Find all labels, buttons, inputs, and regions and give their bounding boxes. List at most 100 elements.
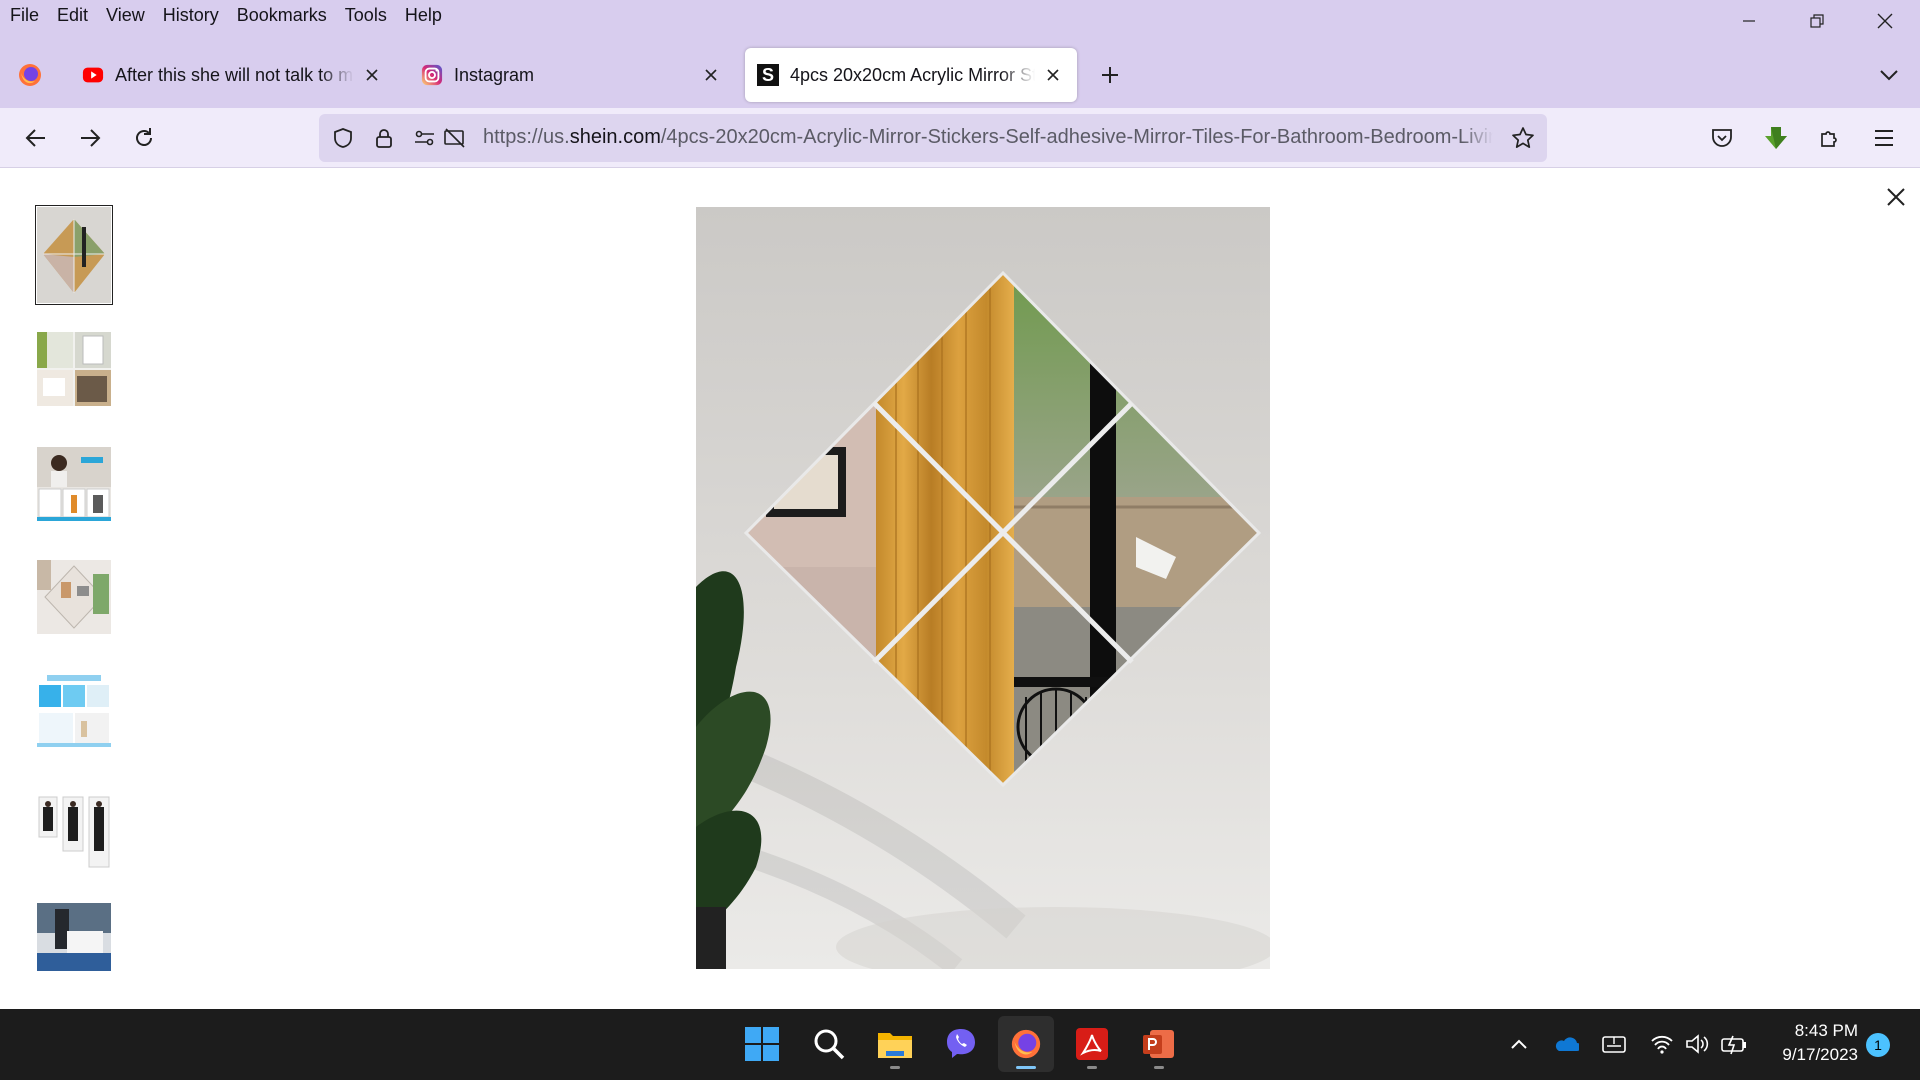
- menu-history[interactable]: History: [157, 5, 225, 26]
- list-all-tabs-button[interactable]: [1878, 64, 1900, 86]
- clock[interactable]: 8:43 PM 9/17/2023: [1754, 1019, 1858, 1067]
- permissions-icon[interactable]: [413, 126, 437, 150]
- thumbnail-6[interactable]: [37, 787, 111, 869]
- thumbnail-image: [37, 447, 111, 521]
- menu-edit[interactable]: Edit: [51, 5, 94, 26]
- running-indicator: [1016, 1066, 1036, 1069]
- tab-title: Instagram: [454, 64, 535, 85]
- close-icon: [1887, 188, 1905, 206]
- powerpoint-icon: [1143, 1030, 1174, 1058]
- tab-instagram[interactable]: Instagram: [409, 48, 735, 102]
- wifi-tray-icon[interactable]: [1649, 1031, 1675, 1057]
- speaker-icon: [1686, 1034, 1709, 1054]
- tab-strip: After this she will not talk to me Insta…: [0, 30, 1920, 108]
- navigation-bar: https://us.shein.com/4pcs-20x20cm-Acryli…: [0, 108, 1920, 168]
- shield-icon: [334, 128, 352, 148]
- taskbar: 8:43 PM 9/17/2023 1: [0, 1009, 1920, 1080]
- search-icon: [814, 1029, 845, 1060]
- running-indicator: [1087, 1066, 1097, 1069]
- menu-bookmarks[interactable]: Bookmarks: [231, 5, 333, 26]
- shein-icon: S: [757, 64, 779, 86]
- cloud-icon: [1555, 1037, 1579, 1051]
- reload-button[interactable]: [128, 122, 160, 154]
- onedrive-tray-icon[interactable]: [1553, 1031, 1579, 1057]
- file-explorer-icon: [878, 1033, 912, 1058]
- taskbar-viber[interactable]: [933, 1016, 989, 1072]
- thumbnail-image: [37, 332, 111, 406]
- chevron-down-icon: [1880, 70, 1898, 81]
- tab-title: After this she will not talk to me: [115, 64, 354, 85]
- tracking-protection-icon[interactable]: [331, 126, 355, 150]
- menu-bar: File Edit View History Bookmarks Tools H…: [0, 0, 1920, 30]
- thumbnail-3[interactable]: [37, 447, 111, 521]
- taskbar-firefox[interactable]: [998, 1016, 1054, 1072]
- menu-file[interactable]: File: [4, 5, 45, 26]
- close-icon: [1877, 13, 1893, 29]
- lock-icon: [376, 129, 392, 148]
- restore-icon: [1810, 14, 1824, 28]
- tab-close-button[interactable]: [360, 63, 384, 87]
- reload-icon: [136, 128, 152, 146]
- image-viewer: [0, 169, 1920, 1009]
- sliders-icon: [415, 130, 434, 146]
- taskbar-acrobat[interactable]: [1064, 1016, 1120, 1072]
- plus-icon: [1102, 67, 1118, 83]
- site-security-icon[interactable]: [372, 126, 396, 150]
- taskbar-search-button[interactable]: [801, 1016, 857, 1072]
- app-menu-button[interactable]: [1868, 122, 1900, 154]
- notifications-blocked-icon[interactable]: [443, 126, 467, 150]
- minimize-icon: [1743, 20, 1755, 22]
- tab-close-button[interactable]: [699, 63, 723, 87]
- extensions-button[interactable]: [1814, 122, 1846, 154]
- menu-tools[interactable]: Tools: [339, 5, 393, 26]
- screen-blocked-icon: [444, 128, 465, 148]
- taskbar-file-explorer[interactable]: [867, 1016, 923, 1072]
- url-text[interactable]: https://us.shein.com/4pcs-20x20cm-Acryli…: [483, 126, 1493, 149]
- taskbar-powerpoint[interactable]: [1131, 1016, 1187, 1072]
- firefox-icon: [1011, 1029, 1041, 1059]
- tab-youtube[interactable]: After this she will not talk to me: [70, 48, 396, 102]
- volume-tray-icon[interactable]: [1685, 1031, 1711, 1057]
- clock-time: 8:43 PM: [1794, 1021, 1858, 1040]
- arrow-left-icon: [25, 129, 45, 147]
- url-bar[interactable]: https://us.shein.com/4pcs-20x20cm-Acryli…: [319, 114, 1547, 162]
- wifi-icon: [1651, 1035, 1673, 1054]
- thumbnail-image: [37, 560, 111, 634]
- pocket-icon: [1712, 129, 1732, 147]
- viber-icon: [947, 1029, 975, 1058]
- start-button[interactable]: [734, 1016, 790, 1072]
- keyboard-icon: [1602, 1036, 1626, 1053]
- thumbnail-image: [37, 673, 111, 747]
- tab-title: 4pcs 20x20cm Acrylic Mirror Stickers: [790, 64, 1035, 85]
- download-extension-button[interactable]: [1760, 122, 1792, 154]
- thumbnail-1[interactable]: [35, 205, 113, 305]
- tab-shein[interactable]: S 4pcs 20x20cm Acrylic Mirror Stickers: [745, 48, 1077, 102]
- thumbnail-4[interactable]: [37, 560, 111, 634]
- firefox-view-button[interactable]: [16, 61, 44, 89]
- arrow-right-icon: [81, 129, 101, 147]
- puzzle-icon: [1821, 131, 1837, 147]
- bookmark-star-button[interactable]: [1511, 126, 1535, 150]
- tab-close-button[interactable]: [1041, 63, 1065, 87]
- thumbnail-7[interactable]: [37, 903, 111, 971]
- firefox-icon: [19, 64, 41, 86]
- pocket-button[interactable]: [1706, 122, 1738, 154]
- youtube-icon: [82, 67, 104, 83]
- start-icon: [745, 1027, 779, 1061]
- show-hidden-icons-button[interactable]: [1506, 1031, 1532, 1057]
- forward-button[interactable]: [74, 122, 106, 154]
- thumbnail-2[interactable]: [37, 332, 111, 406]
- back-button[interactable]: [20, 122, 52, 154]
- close-viewer-button[interactable]: [1882, 183, 1910, 211]
- thumbnail-5[interactable]: [37, 673, 111, 747]
- clock-date: 9/17/2023: [1782, 1045, 1858, 1064]
- running-indicator: [890, 1066, 900, 1069]
- menu-view[interactable]: View: [100, 5, 151, 26]
- new-tab-button[interactable]: [1097, 62, 1123, 88]
- battery-tray-icon[interactable]: [1720, 1031, 1746, 1057]
- touch-keyboard-tray-icon[interactable]: [1601, 1031, 1627, 1057]
- thumbnail-image: [37, 207, 111, 303]
- menu-help[interactable]: Help: [399, 5, 448, 26]
- notification-badge[interactable]: 1: [1866, 1033, 1890, 1057]
- running-indicator: [1154, 1066, 1164, 1069]
